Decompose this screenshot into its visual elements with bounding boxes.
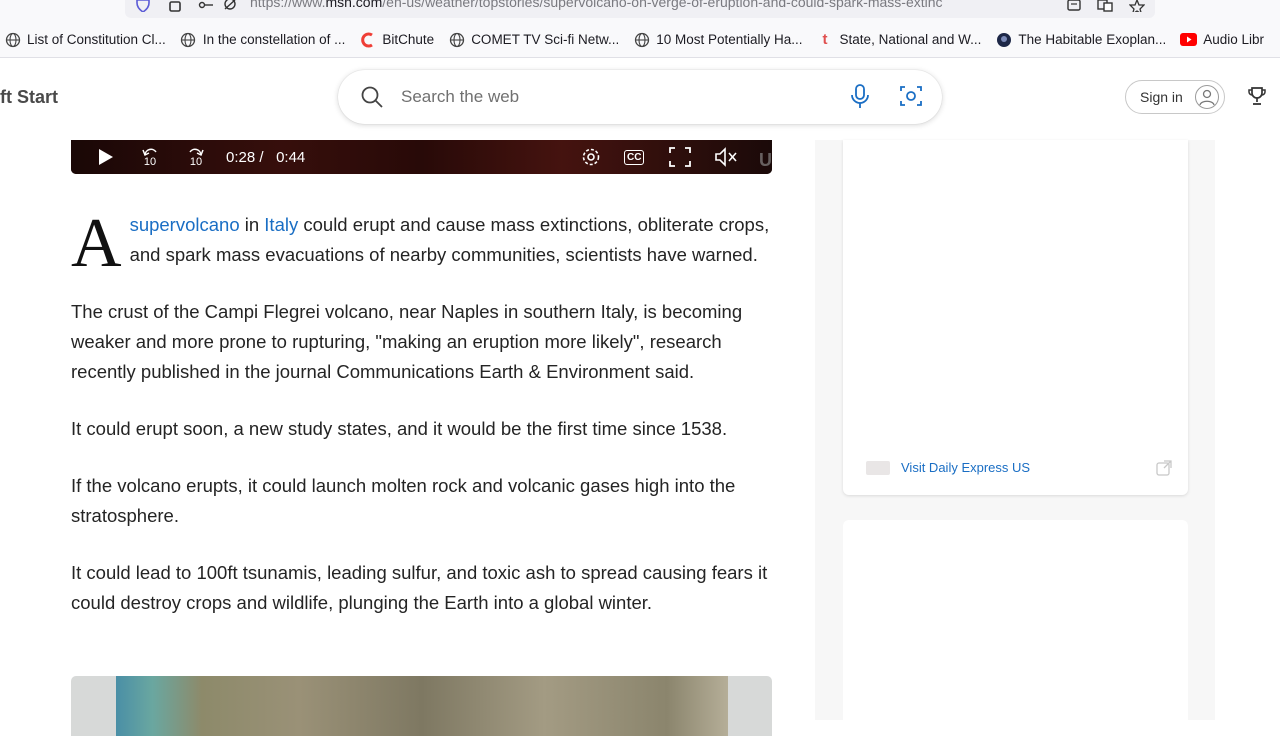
visual-search-icon[interactable]: [899, 84, 923, 108]
star-icon[interactable]: [1129, 0, 1145, 12]
bookmark-item[interactable]: BitChute: [359, 31, 434, 48]
mute-icon[interactable]: [714, 140, 738, 174]
brand-title[interactable]: ft Start: [0, 87, 58, 108]
skip-forward-button[interactable]: 10: [187, 140, 205, 174]
settings-gear-icon[interactable]: [581, 140, 601, 174]
bookmark-label: 10 Most Potentially Ha...: [656, 32, 803, 47]
search-icon: [361, 86, 383, 108]
url-domain: msn.com: [325, 0, 383, 10]
url-text[interactable]: https://www.msn.com/en-us/weather/topsto…: [250, 0, 1055, 10]
translate-icon[interactable]: [1097, 0, 1113, 12]
bookmark-item[interactable]: The Habitable Exoplan...: [995, 31, 1166, 48]
video-frame: [71, 140, 772, 174]
article-paragraph: It could erupt soon, a new study states,…: [71, 418, 728, 439]
bookmark-label: COMET TV Sci-fi Netw...: [471, 32, 620, 47]
article-paragraph: A supervolcano in Italy could erupt and …: [71, 205, 771, 282]
bookmark-label: State, National and W...: [839, 32, 982, 47]
bookmark-label: BitChute: [382, 32, 435, 47]
t-icon: t: [822, 31, 828, 48]
video-duration: 0:44: [276, 148, 306, 166]
article-paragraph: The crust of the Campi Flegrei volcano, …: [71, 301, 743, 382]
skip-back-label: 10: [143, 155, 157, 168]
fullscreen-icon[interactable]: [669, 140, 691, 174]
bookmark-item[interactable]: 10 Most Potentially Ha...: [633, 31, 803, 48]
external-link-icon[interactable]: [1156, 460, 1172, 476]
satellite-image: [116, 676, 728, 736]
bookmark-item[interactable]: In the constellation of ...: [180, 31, 346, 48]
video-player[interactable]: 10 10 0:28 / 0:44 CC USGS: [71, 140, 772, 174]
planet-icon: [995, 31, 1012, 48]
drop-cap: A: [71, 205, 122, 282]
microphone-icon[interactable]: [849, 84, 871, 110]
bookmark-item[interactable]: List of Constitution Cl...: [4, 31, 166, 48]
skip-back-button[interactable]: 10: [141, 140, 159, 174]
italy-link[interactable]: Italy: [264, 214, 298, 235]
article-paragraph: It could lead to 100ft tsunamis, leading…: [71, 562, 768, 613]
shield-icon[interactable]: [135, 0, 151, 12]
bookmark-item[interactable]: t State, National and W...: [817, 31, 982, 48]
secondary-card: [843, 520, 1188, 720]
paragraph-text: in: [239, 214, 265, 235]
browser-url-bar: https://www.msn.com/en-us/weather/topsto…: [0, 0, 1280, 22]
captions-button[interactable]: CC: [624, 140, 645, 174]
lock-icon[interactable]: [167, 0, 183, 12]
bookmark-label: In the constellation of ...: [202, 32, 346, 47]
rewards-trophy-icon[interactable]: [1247, 86, 1267, 106]
avatar-icon: [1195, 85, 1219, 109]
current-time: 0:28: [226, 148, 256, 166]
bookmark-label: Audio Libr: [1203, 32, 1265, 47]
msn-header: ft Start Sign in: [0, 58, 1280, 140]
search-input[interactable]: [401, 84, 821, 110]
article-body: A supervolcano in Italy could erupt and …: [71, 205, 771, 645]
ad-card: [843, 140, 1188, 495]
article-image[interactable]: [71, 676, 772, 736]
youtube-icon: [1180, 31, 1198, 48]
bookmark-label: The Habitable Exoplan...: [1018, 32, 1167, 47]
url-prefix: https://www.: [250, 0, 326, 10]
article-paragraph: If the volcano erupts, it could launch m…: [71, 475, 736, 526]
play-icon[interactable]: [95, 140, 115, 174]
bookmark-item[interactable]: Audio Libr: [1180, 31, 1264, 48]
time-separator: /: [259, 148, 264, 166]
globe-icon: [180, 31, 197, 48]
visit-label: Visit Daily Express US: [901, 460, 1031, 475]
url-path: /en-us/weather/topstories/supervolcano-o…: [382, 0, 943, 10]
globe-icon: [4, 31, 21, 48]
search-box[interactable]: [338, 70, 942, 124]
captions-icon: CC: [624, 149, 645, 165]
globe-icon: [633, 31, 650, 48]
globe-icon: [448, 31, 465, 48]
permissions-icon[interactable]: [198, 0, 214, 12]
visit-publisher-link[interactable]: Visit Daily Express US: [866, 460, 1030, 475]
publisher-logo-icon: [866, 460, 890, 475]
video-watermark: USGS: [759, 150, 772, 170]
bitchute-icon: [359, 31, 376, 48]
video-time: 0:28 / 0:44: [226, 140, 305, 174]
reader-icon[interactable]: [1066, 0, 1082, 12]
sign-in-label: Sign in: [1140, 89, 1183, 105]
supervolcano-link[interactable]: supervolcano: [130, 214, 240, 235]
rewind-icon: [142, 148, 157, 156]
bookmark-item[interactable]: COMET TV Sci-fi Netw...: [448, 31, 619, 48]
skip-forward-label: 10: [189, 155, 203, 168]
sign-in-button[interactable]: Sign in: [1125, 80, 1225, 114]
bookmark-label: List of Constitution Cl...: [27, 32, 166, 47]
bookmarks-bar: List of Constitution Cl... In the conste…: [0, 22, 1280, 58]
forward-icon: [189, 148, 204, 156]
tracking-icon[interactable]: [222, 0, 238, 12]
